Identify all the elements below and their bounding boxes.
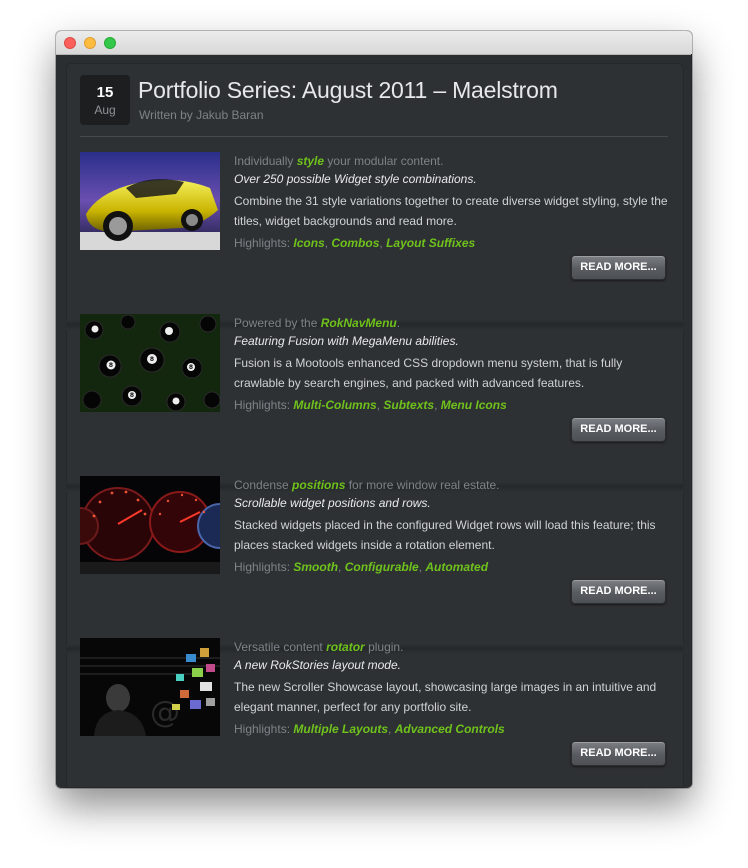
window-titlebar xyxy=(56,31,692,55)
speedometer-image[interactable] xyxy=(80,476,220,574)
highlight-link[interactable]: Combos xyxy=(331,236,379,250)
highlight-link[interactable]: Automated xyxy=(425,560,488,574)
item-lead-keyword: positions xyxy=(292,478,346,492)
highlight-link[interactable]: Layout Suffixes xyxy=(386,236,475,250)
item-lead-keyword: rotator xyxy=(326,640,365,654)
item-description: The new Scroller Showcase layout, showca… xyxy=(234,680,657,714)
portfolio-item: Condense positions for more window real … xyxy=(66,476,684,636)
read-more-button[interactable]: READ MORE... xyxy=(571,255,666,280)
item-text: Individually style your modular content.… xyxy=(234,152,674,250)
highlight-link[interactable]: Advanced Controls xyxy=(395,722,505,736)
yellow-car-image[interactable] xyxy=(80,152,220,250)
item-lead: Condense positions for more window real … xyxy=(234,478,500,492)
portfolio-item: @ Versatile content rotator plugin. A ne… xyxy=(66,638,684,788)
item-subtitle: A new RokStories layout mode. xyxy=(234,658,401,672)
highlight-link[interactable]: Smooth xyxy=(293,560,338,574)
highlight-link[interactable]: Configurable xyxy=(345,560,419,574)
highlight-link[interactable]: Subtexts xyxy=(383,398,434,412)
item-lead-keyword: RokNavMenu xyxy=(320,316,397,330)
highlight-link[interactable]: Icons xyxy=(293,236,324,250)
item-text: Powered by the RokNavMenu. Featuring Fus… xyxy=(234,314,674,412)
read-more-button[interactable]: READ MORE... xyxy=(571,417,666,442)
highlight-link[interactable]: Multi-Columns xyxy=(293,398,376,412)
svg-text:8: 8 xyxy=(189,364,193,371)
highlight-link[interactable]: Multiple Layouts xyxy=(293,722,388,736)
svg-text:8: 8 xyxy=(109,362,113,369)
svg-text:8: 8 xyxy=(130,392,134,399)
item-lead: Individually style your modular content. xyxy=(234,154,444,168)
read-more-button[interactable]: READ MORE... xyxy=(571,741,666,766)
date-day: 15 xyxy=(96,84,114,101)
window-edge xyxy=(691,54,692,788)
close-window-button[interactable] xyxy=(64,37,76,49)
date-month: Aug xyxy=(94,103,116,117)
item-text: Condense positions for more window real … xyxy=(234,476,674,574)
item-highlights: Highlights: Multiple Layouts, Advanced C… xyxy=(234,722,505,736)
post-panel: 15 Aug Portfolio Series: August 2011 – M… xyxy=(66,63,684,788)
highlight-link[interactable]: Menu Icons xyxy=(441,398,507,412)
item-subtitle: Scrollable widget positions and rows. xyxy=(234,496,431,510)
item-highlights: Highlights: Multi-Columns, Subtexts, Men… xyxy=(234,398,507,412)
svg-text:@: @ xyxy=(150,695,180,730)
item-lead-keyword: style xyxy=(296,154,325,168)
item-description: Stacked widgets placed in the configured… xyxy=(234,518,656,552)
post-byline: Written by Jakub Baran xyxy=(139,108,264,122)
portfolio-item: Individually style your modular content.… xyxy=(66,152,684,312)
item-text: Versatile content rotator plugin. A new … xyxy=(234,638,674,736)
date-badge: 15 Aug xyxy=(80,75,130,125)
svg-text:8: 8 xyxy=(150,356,154,363)
title-divider xyxy=(80,136,668,137)
item-lead: Powered by the RokNavMenu. xyxy=(234,316,401,330)
item-highlights: Highlights: Icons, Combos, Layout Suffix… xyxy=(234,236,476,250)
man-with-photos-image[interactable]: @ xyxy=(80,638,220,736)
post-title[interactable]: Portfolio Series: August 2011 – Maelstro… xyxy=(138,75,558,105)
item-subtitle: Featuring Fusion with MegaMenu abilities… xyxy=(234,334,459,348)
item-lead: Versatile content rotator plugin. xyxy=(234,640,404,654)
item-description: Fusion is a Mootools enhanced CSS dropdo… xyxy=(234,356,623,390)
eight-balls-image[interactable]: 8 8 8 8 xyxy=(80,314,220,412)
portfolio-item: 8 8 8 8 Powered by the RokNavMenu. Featurin… xyxy=(66,314,684,474)
minimize-window-button[interactable] xyxy=(84,37,96,49)
browser-window: 15 Aug Portfolio Series: August 2011 – M… xyxy=(56,31,692,788)
item-description: Combine the 31 style variations together… xyxy=(234,194,668,228)
item-subtitle: Over 250 possible Widget style combinati… xyxy=(234,172,477,186)
read-more-button[interactable]: READ MORE... xyxy=(571,579,666,604)
item-highlights: Highlights: Smooth, Configurable, Automa… xyxy=(234,560,489,574)
zoom-window-button[interactable] xyxy=(104,37,116,49)
